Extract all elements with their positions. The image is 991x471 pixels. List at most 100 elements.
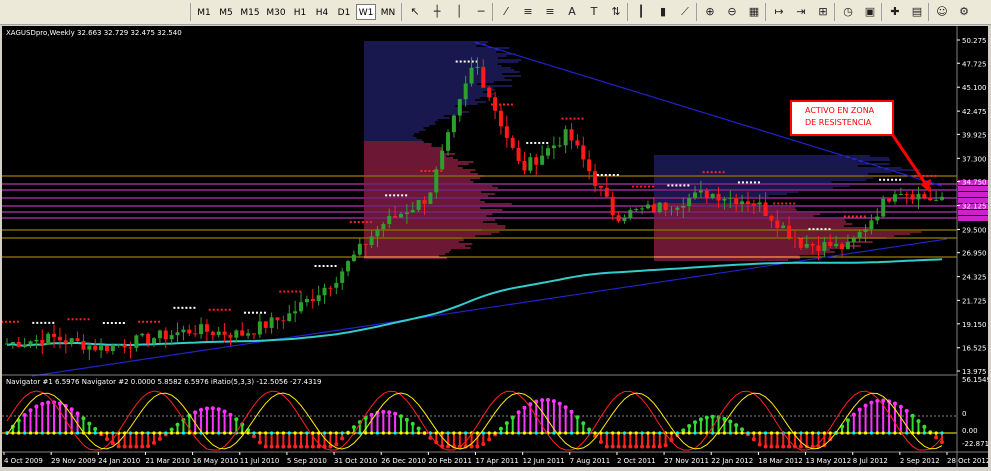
histogram-dot: [763, 444, 768, 449]
candle-body: [745, 201, 750, 205]
signal-dot: [64, 431, 68, 435]
signal-dot: [552, 431, 556, 435]
pivot-dot: [773, 202, 776, 205]
candle-body: [728, 197, 733, 199]
pivot-dot: [506, 103, 509, 106]
histogram-dot: [522, 405, 527, 410]
channel-icon[interactable]: ≡: [520, 4, 536, 20]
pivot-dot: [79, 318, 82, 321]
signal-dot: [411, 431, 415, 435]
candle-body: [651, 204, 656, 212]
histogram-dot: [216, 407, 221, 412]
autoscroll-icon[interactable]: ↦: [771, 4, 787, 20]
histogram-dot: [881, 398, 886, 403]
histogram-dot: [910, 413, 915, 418]
cursor-icon[interactable]: ↖: [407, 4, 423, 20]
trendline-icon[interactable]: ⁄: [498, 4, 514, 20]
pivot-dot: [189, 306, 192, 309]
candle-body: [404, 212, 409, 214]
histogram-dot: [304, 444, 309, 449]
arrows-icon[interactable]: ⇅: [608, 4, 624, 20]
histogram-dot: [87, 421, 92, 426]
line-chart-icon[interactable]: ⟋: [677, 4, 693, 20]
histogram-dot: [598, 439, 603, 444]
candle-body: [922, 193, 927, 198]
timeframe-d1[interactable]: D1: [334, 4, 354, 20]
indicators-icon[interactable]: ⊞: [815, 4, 831, 20]
candle-body: [675, 207, 680, 210]
candle-chart-icon[interactable]: ▮: [655, 4, 671, 20]
chart-window[interactable]: 50.275 47.725 45.100 42.475 39.925 37.300 34.7…: [1, 26, 991, 467]
tile-icon[interactable]: ▦: [746, 4, 762, 20]
pivot-dot: [749, 181, 752, 184]
histogram-dot: [104, 436, 109, 441]
histogram-dot: [710, 414, 715, 419]
candle-body: [246, 333, 251, 336]
pivot-dot: [247, 311, 250, 314]
histogram-dot: [340, 436, 345, 441]
new-order-icon[interactable]: ✚: [887, 4, 903, 20]
period-icon[interactable]: ◷: [840, 4, 856, 20]
candle-body: [193, 333, 198, 335]
templates-icon[interactable]: ▣: [862, 4, 878, 20]
bar-chart-icon[interactable]: ┃: [633, 4, 649, 20]
timeframe-m5[interactable]: M5: [216, 4, 236, 20]
pivot-dot: [596, 173, 599, 176]
pivot-dot: [702, 171, 705, 174]
histogram-dot: [651, 444, 656, 449]
pivot-dot: [173, 306, 176, 309]
candle-body: [269, 317, 274, 328]
timeframe-m15[interactable]: M15: [238, 4, 262, 20]
pivot-dot: [706, 171, 709, 174]
options-icon[interactable]: ⚙: [956, 4, 972, 20]
timeframe-h4[interactable]: H4: [312, 4, 332, 20]
expert-icon[interactable]: ☺: [934, 4, 950, 20]
fibonacci-icon[interactable]: ≡: [542, 4, 558, 20]
signal-dot: [340, 431, 344, 435]
chart-svg[interactable]: 50.275 47.725 45.100 42.475 39.925 37.300 34.7…: [1, 26, 991, 467]
vertical-line-icon[interactable]: │: [451, 4, 467, 20]
candle-body: [540, 155, 545, 165]
candle-body: [887, 198, 892, 202]
signal-dot: [458, 431, 462, 435]
annotation-box[interactable]: ACTIVO EN ZONA DE RESISTENCIA: [790, 100, 894, 136]
timeframe-mn[interactable]: MN: [378, 4, 398, 20]
pivot-dot: [220, 308, 223, 311]
candle-body: [563, 129, 568, 146]
candle-body: [916, 193, 921, 200]
signal-dot: [622, 431, 627, 435]
timeframe-m1[interactable]: M1: [194, 4, 214, 20]
signal-dot: [646, 431, 650, 435]
text-icon[interactable]: A: [564, 4, 580, 20]
candle-body: [740, 201, 745, 204]
signal-dot: [658, 431, 662, 435]
pivot-dot: [228, 308, 231, 311]
history-icon[interactable]: ▤: [909, 4, 925, 20]
timeframe-m30[interactable]: M30: [264, 4, 288, 20]
timeframe-w1[interactable]: W1: [356, 4, 376, 20]
signal-dot: [40, 431, 44, 435]
signal-dot: [487, 431, 491, 435]
horizontal-line-icon[interactable]: ─: [473, 4, 489, 20]
zoom-in-icon[interactable]: ⊕: [702, 4, 718, 20]
crosshair-icon[interactable]: ┼: [429, 4, 445, 20]
signal-dot: [575, 431, 580, 435]
timeframe-h1[interactable]: H1: [290, 4, 310, 20]
pivot-dot: [600, 173, 603, 176]
zoom-out-icon[interactable]: ⊖: [724, 4, 740, 20]
chart-shift-icon[interactable]: ⇥: [793, 4, 809, 20]
candle-body: [587, 159, 592, 172]
signal-dot: [863, 431, 868, 435]
signal-dot: [399, 431, 403, 435]
label-icon[interactable]: T: [586, 4, 602, 20]
signal-dot: [887, 431, 891, 435]
pivot-dot: [710, 171, 713, 174]
histogram-dot: [193, 410, 198, 415]
signal-dot: [640, 431, 644, 435]
histogram-dot: [657, 444, 662, 449]
pivot-dot: [405, 194, 408, 197]
candle-body: [528, 157, 533, 171]
pivot-dot: [393, 194, 396, 197]
candle-body: [734, 197, 739, 204]
pivot-dot: [17, 320, 19, 323]
